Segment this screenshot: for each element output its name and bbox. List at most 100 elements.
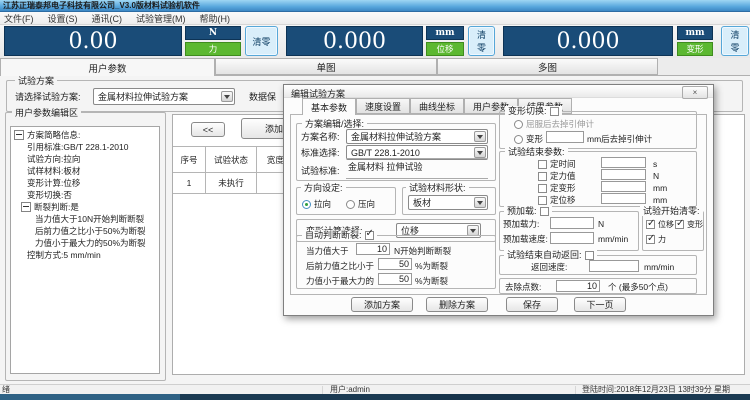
end-deform-check[interactable]: 定变形 [538, 182, 576, 194]
displacement-label: 位移 [426, 42, 464, 56]
tree-item-direction[interactable]: 试验方向:拉向 [11, 153, 159, 165]
tree-item-standard[interactable]: 引用标准:GB/T 228.1-2010 [11, 141, 159, 153]
delete-scheme-button[interactable]: 删除方案 [426, 297, 488, 312]
tree-node-root[interactable]: 方案简略信息: [11, 127, 159, 141]
tree-item-deform-switch[interactable]: 变形切换:否 [11, 189, 159, 201]
menu-file[interactable]: 文件(F) [4, 12, 34, 25]
collapse-icon[interactable] [21, 202, 31, 212]
radio-icon [346, 200, 355, 209]
deformation-readout: 0.000 [503, 26, 673, 56]
checkbox-icon [646, 220, 655, 229]
preload-force-label: 预加载力: [503, 219, 539, 229]
break-ratio-input[interactable]: 50 [378, 258, 412, 270]
remove-points-input[interactable]: 10 [556, 280, 600, 292]
edit-scheme-dialog: 编辑试验方案 × 基本参数 速度设置 曲线坐标 用户参数 结果参数 方案编辑/选… [283, 84, 714, 316]
checkbox-icon [538, 160, 547, 169]
radio-icon [514, 120, 523, 129]
displacement-unit-block: mm 位移 [426, 26, 464, 56]
start-zero-disp[interactable]: 位移 [646, 219, 674, 230]
dialog-tab-speed[interactable]: 速度设置 [356, 98, 410, 114]
dialog-tab-basic[interactable]: 基本参数 [302, 98, 356, 115]
end-time-check[interactable]: 定时间 [538, 158, 576, 170]
dropdown-arrow-icon[interactable] [474, 197, 486, 208]
table-row-cell-index[interactable]: 1 [173, 173, 206, 194]
shape-select[interactable]: 板材 [408, 195, 488, 210]
deformation-zero-button[interactable]: 清零 [721, 26, 749, 56]
deform-switch-title: 变形切换: [505, 106, 562, 116]
taskbar-segment [180, 394, 430, 400]
next-page-button[interactable]: 下一页 [574, 297, 626, 312]
checkbox-icon [538, 184, 547, 193]
scheme-name-select[interactable]: 金属材料拉伸试验方案 [346, 129, 488, 144]
test-standard-label: 试验标准: [301, 166, 340, 176]
radio-icon [302, 200, 311, 209]
displacement-zero-button[interactable]: 清零 [468, 26, 495, 56]
collapse-icon[interactable] [14, 130, 24, 140]
preload-speed-label: 预加载速度: [503, 234, 548, 244]
menu-help[interactable]: 帮助(H) [200, 12, 231, 25]
tree-item-deform-calc[interactable]: 变形计算:位移 [11, 177, 159, 189]
tree-node-break[interactable]: 断裂判断:是 [11, 201, 159, 213]
tree-item-break-rule3[interactable]: 力值小于最大力的50%为断裂 [11, 237, 159, 249]
shape-title: 试验材料形状: [406, 183, 469, 193]
break-rule3-post: %为断裂 [415, 276, 448, 286]
tab-single-graph[interactable]: 单图 [215, 58, 437, 75]
end-deform-input[interactable] [601, 181, 646, 192]
menu-bar: 文件(F) 设置(S) 通讯(C) 试验管理(M) 帮助(H) [0, 12, 750, 25]
menu-test-manage[interactable]: 试验管理(M) [136, 12, 186, 25]
scheme-select-label: 请选择试验方案: [15, 92, 81, 102]
auto-break-checkbox[interactable] [365, 231, 374, 240]
end-disp-check[interactable]: 定位移 [538, 194, 576, 206]
break-max-input[interactable]: 50 [378, 273, 412, 285]
preload-checkbox[interactable] [540, 207, 549, 216]
force-label: 力 [185, 42, 241, 56]
tree-item-break-rule2[interactable]: 后前力值之比小于50%为断裂 [11, 225, 159, 237]
direction-title: 方向设定: [301, 183, 346, 193]
dropdown-arrow-icon[interactable] [474, 131, 486, 142]
break-force-input[interactable]: 10 [356, 243, 390, 255]
tree-item-break-rule1[interactable]: 当力值大于10N开始判断断裂 [11, 213, 159, 225]
auto-return-checkbox[interactable] [585, 251, 594, 260]
dialog-close-button[interactable]: × [682, 86, 708, 99]
taskbar-strip [0, 394, 750, 400]
dropdown-arrow-icon[interactable] [474, 147, 486, 158]
end-force-check[interactable]: 定力值 [538, 170, 576, 182]
radio-deform-remove[interactable]: 变形 [514, 133, 543, 145]
dialog-tab-curve[interactable]: 曲线坐标 [410, 98, 464, 114]
tab-user-params[interactable]: 用户参数 [0, 58, 215, 76]
status-divider [575, 386, 576, 394]
remove-points-suffix: 个 (最多50个点) [608, 282, 668, 292]
preload-force-unit: N [598, 219, 604, 229]
dialog-titlebar: 编辑试验方案 [284, 85, 713, 98]
radio-press[interactable]: 压向 [346, 198, 375, 210]
add-scheme-button[interactable]: 添加方案 [351, 297, 413, 312]
tree-item-control-mode[interactable]: 控制方式:5 mm/min [11, 249, 159, 261]
status-user: 用户:admin [330, 385, 370, 394]
deform-remove-input[interactable] [546, 131, 584, 143]
dropdown-arrow-icon[interactable] [221, 91, 233, 102]
tree-item-material[interactable]: 试样材料:板材 [11, 165, 159, 177]
menu-comm[interactable]: 通讯(C) [92, 12, 123, 25]
force-zero-button[interactable]: 清零 [245, 26, 278, 56]
radio-pull[interactable]: 拉向 [302, 198, 331, 210]
collapse-button[interactable]: << [191, 122, 225, 137]
radio-yield-remove[interactable]: 屈服后去掉引伸计 [514, 118, 594, 130]
end-time-input[interactable] [601, 157, 646, 168]
scheme-summary-tree[interactable]: 方案简略信息: 引用标准:GB/T 228.1-2010 试验方向:拉向 试样材… [10, 126, 160, 374]
scheme-select[interactable]: 金属材料拉伸试验方案 [93, 88, 235, 105]
preload-force-input[interactable] [550, 217, 594, 229]
break-rule3-pre: 力值小于最大力的 [306, 276, 374, 286]
col-header-index: 序号 [173, 146, 206, 173]
status-divider [322, 386, 323, 394]
start-zero-force[interactable]: 力 [646, 234, 666, 245]
deform-switch-checkbox[interactable] [550, 107, 559, 116]
tab-multi-graph[interactable]: 多图 [437, 58, 658, 75]
start-zero-deform[interactable]: 变形 [675, 219, 703, 230]
menu-settings[interactable]: 设置(S) [48, 12, 78, 25]
preload-speed-input[interactable] [550, 232, 594, 244]
end-force-input[interactable] [601, 169, 646, 180]
return-speed-input[interactable] [589, 260, 639, 272]
save-button[interactable]: 保存 [506, 297, 558, 312]
end-disp-input[interactable] [601, 193, 646, 204]
table-row-cell-status[interactable]: 未执行 [206, 173, 257, 194]
